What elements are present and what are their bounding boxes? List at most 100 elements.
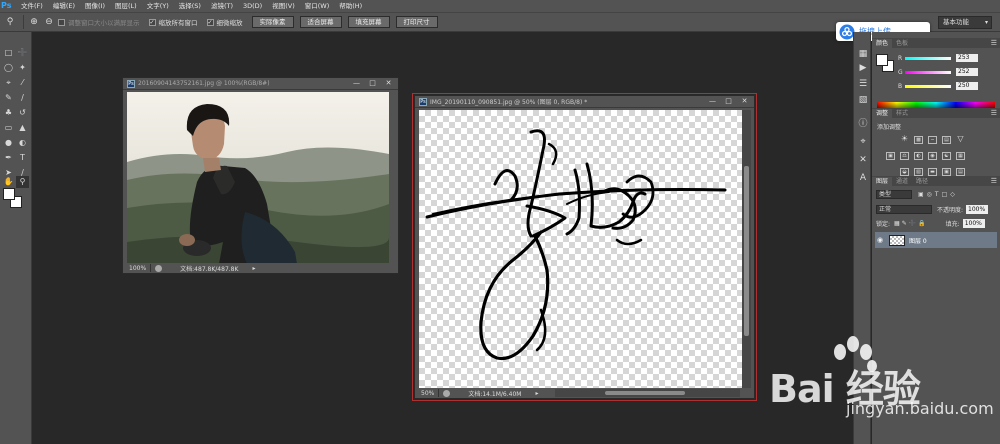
close-icon[interactable]: ✕ — [382, 79, 395, 88]
blue-slider[interactable]: B 250 — [898, 81, 998, 91]
pen-tool-icon[interactable]: ✒ — [2, 152, 15, 164]
selective-color-icon[interactable]: ▣ — [942, 168, 951, 176]
type-tool-icon[interactable]: T — [16, 152, 29, 164]
blur-tool-icon[interactable]: ● — [2, 137, 15, 149]
eyedropper-icon[interactable]: ⁄ — [16, 77, 29, 89]
status-icon[interactable] — [443, 389, 451, 397]
gradient-map-icon[interactable]: ▤ — [956, 168, 965, 176]
healing-brush-icon[interactable]: ✎ — [2, 92, 15, 104]
maximize-icon[interactable]: □ — [722, 97, 735, 106]
menu-edit[interactable]: 编辑(E) — [48, 0, 80, 12]
zoom-tool-preset-icon[interactable]: ⚲ — [4, 16, 16, 28]
properties-icon[interactable]: ☰ — [857, 78, 869, 90]
panel-menu-icon[interactable]: ☰ — [991, 177, 997, 186]
vibrance-icon[interactable]: ▽ — [956, 135, 965, 144]
blend-mode-select[interactable]: 正常 — [876, 204, 932, 214]
history-icon[interactable]: ▦ — [857, 48, 869, 60]
layer-name[interactable]: 图层 0 — [909, 236, 927, 245]
document-title-bar[interactable]: Ps IMG_20190110_090851.jpg @ 50% (图层 0, … — [415, 96, 754, 108]
zoom-tool-icon[interactable]: ⚲ — [16, 176, 29, 188]
tab-adjustments[interactable]: 调整 — [872, 109, 893, 118]
actual-pixels-button[interactable]: 实际像素 — [251, 16, 294, 28]
foreground-color-swatch[interactable] — [3, 188, 15, 200]
maximize-icon[interactable]: □ — [366, 79, 379, 88]
color-balance-icon[interactable]: ⚖ — [900, 152, 909, 160]
brush-tool-icon[interactable]: ∕ — [16, 92, 29, 104]
paragraph-icon[interactable]: A — [857, 172, 869, 184]
green-value-field[interactable]: 252 — [956, 68, 978, 76]
transparent-canvas[interactable] — [419, 110, 742, 388]
opacity-field[interactable]: 100% — [966, 204, 989, 214]
menu-filter[interactable]: 滤镜(T) — [206, 0, 238, 12]
curves-icon[interactable]: ∽ — [928, 136, 937, 144]
brightness-icon[interactable]: ☀ — [900, 135, 909, 144]
minimize-icon[interactable]: — — [706, 97, 719, 106]
exposure-icon[interactable]: ▤ — [942, 136, 951, 144]
threshold-icon[interactable]: ▬ — [928, 168, 937, 176]
layer-filter-icons[interactable]: ▣◎T□◇ — [918, 191, 958, 198]
photo-filter-icon[interactable]: ◉ — [928, 152, 937, 160]
menu-view[interactable]: 视图(V) — [267, 0, 300, 12]
zoom-out-icon[interactable]: ⊖ — [43, 16, 55, 28]
clone-stamp-icon[interactable]: ♣ — [2, 107, 15, 119]
menu-layer[interactable]: 图层(L) — [110, 0, 142, 12]
blue-value-field[interactable]: 250 — [956, 82, 978, 90]
lock-icons[interactable]: ▦✎➕🔒 — [894, 220, 928, 227]
menu-image[interactable]: 图像(I) — [80, 0, 110, 12]
resize-windows-checkbox[interactable]: 调整窗口大小以满屏显示 — [58, 17, 140, 27]
scrollbar-thumb[interactable] — [605, 391, 685, 395]
print-size-button[interactable]: 打印尺寸 — [395, 16, 438, 28]
crop-panel-icon[interactable]: ⌖ — [857, 136, 869, 148]
panel-menu-icon[interactable]: ☰ — [991, 109, 997, 118]
green-slider[interactable]: G 252 — [898, 67, 998, 77]
green-gradient-bar[interactable] — [905, 70, 951, 74]
tab-color[interactable]: 颜色 — [872, 39, 893, 48]
menu-3d[interactable]: 3D(D) — [238, 0, 267, 12]
tools-icon[interactable]: ✕ — [857, 154, 869, 166]
hue-saturation-icon[interactable]: ▣ — [886, 152, 895, 160]
foreground-color-swatch[interactable] — [876, 54, 888, 66]
lasso-tool-icon[interactable]: ◯ — [2, 62, 15, 74]
swatch-icon[interactable]: ▧ — [857, 94, 869, 106]
dodge-tool-icon[interactable]: ◐ — [16, 137, 29, 149]
layer-kind-filter[interactable]: 类型 — [876, 189, 912, 199]
menu-window[interactable]: 窗口(W) — [300, 0, 335, 12]
scrollbar-thumb[interactable] — [744, 166, 749, 336]
crop-tool-icon[interactable]: ⌖ — [2, 77, 15, 89]
move-tool-icon[interactable]: ➕ — [16, 47, 29, 59]
fill-field[interactable]: 100% — [962, 218, 985, 228]
workspace-select[interactable]: 基本功能 ▾ — [938, 16, 992, 29]
play-action-icon[interactable]: ▶ — [857, 62, 869, 74]
posterize-icon[interactable]: ▧ — [914, 168, 923, 176]
red-value-field[interactable]: 253 — [956, 54, 978, 62]
levels-icon[interactable]: ▩ — [914, 136, 923, 144]
tab-layers[interactable]: 图层 — [872, 177, 893, 186]
marquee-tool-icon[interactable]: □ — [2, 47, 15, 59]
zoom-level[interactable]: 50% — [421, 390, 434, 397]
eraser-icon[interactable]: ▭ — [2, 122, 15, 134]
status-menu-arrow-icon[interactable]: ▸ — [252, 265, 255, 272]
info-icon[interactable]: ⓘ — [857, 118, 869, 130]
history-brush-icon[interactable]: ↺ — [16, 107, 29, 119]
minimize-icon[interactable]: — — [350, 79, 363, 88]
horizontal-scrollbar[interactable] — [555, 389, 740, 397]
status-icon[interactable] — [155, 264, 163, 272]
layer-row[interactable]: ◉ 图层 0 — [875, 232, 997, 248]
status-menu-arrow-icon[interactable]: ▸ — [535, 390, 538, 397]
tab-paths[interactable]: 路径 — [912, 177, 932, 186]
panel-menu-icon[interactable]: ☰ — [991, 39, 997, 48]
vertical-scrollbar[interactable] — [742, 110, 751, 388]
magic-wand-icon[interactable]: ✦ — [16, 62, 29, 74]
menu-type[interactable]: 文字(Y) — [142, 0, 174, 12]
scrubby-zoom-checkbox[interactable]: ✓ 细微缩放 — [206, 17, 243, 27]
color-lookup-icon[interactable]: ▦ — [956, 152, 965, 160]
tab-channels[interactable]: 通道 — [892, 177, 912, 186]
zoom-all-windows-checkbox[interactable]: ✓ 缩放所有窗口 — [148, 17, 198, 27]
document-window-signature[interactable]: Ps IMG_20190110_090851.jpg @ 50% (图层 0, … — [414, 95, 755, 399]
close-icon[interactable]: ✕ — [738, 97, 751, 106]
channel-mixer-icon[interactable]: ☯ — [942, 152, 951, 160]
menu-help[interactable]: 帮助(H) — [334, 0, 367, 12]
invert-icon[interactable]: ◒ — [900, 168, 909, 176]
paint-bucket-icon[interactable]: ▲ — [16, 122, 29, 134]
zoom-level[interactable]: 100% — [129, 265, 146, 272]
